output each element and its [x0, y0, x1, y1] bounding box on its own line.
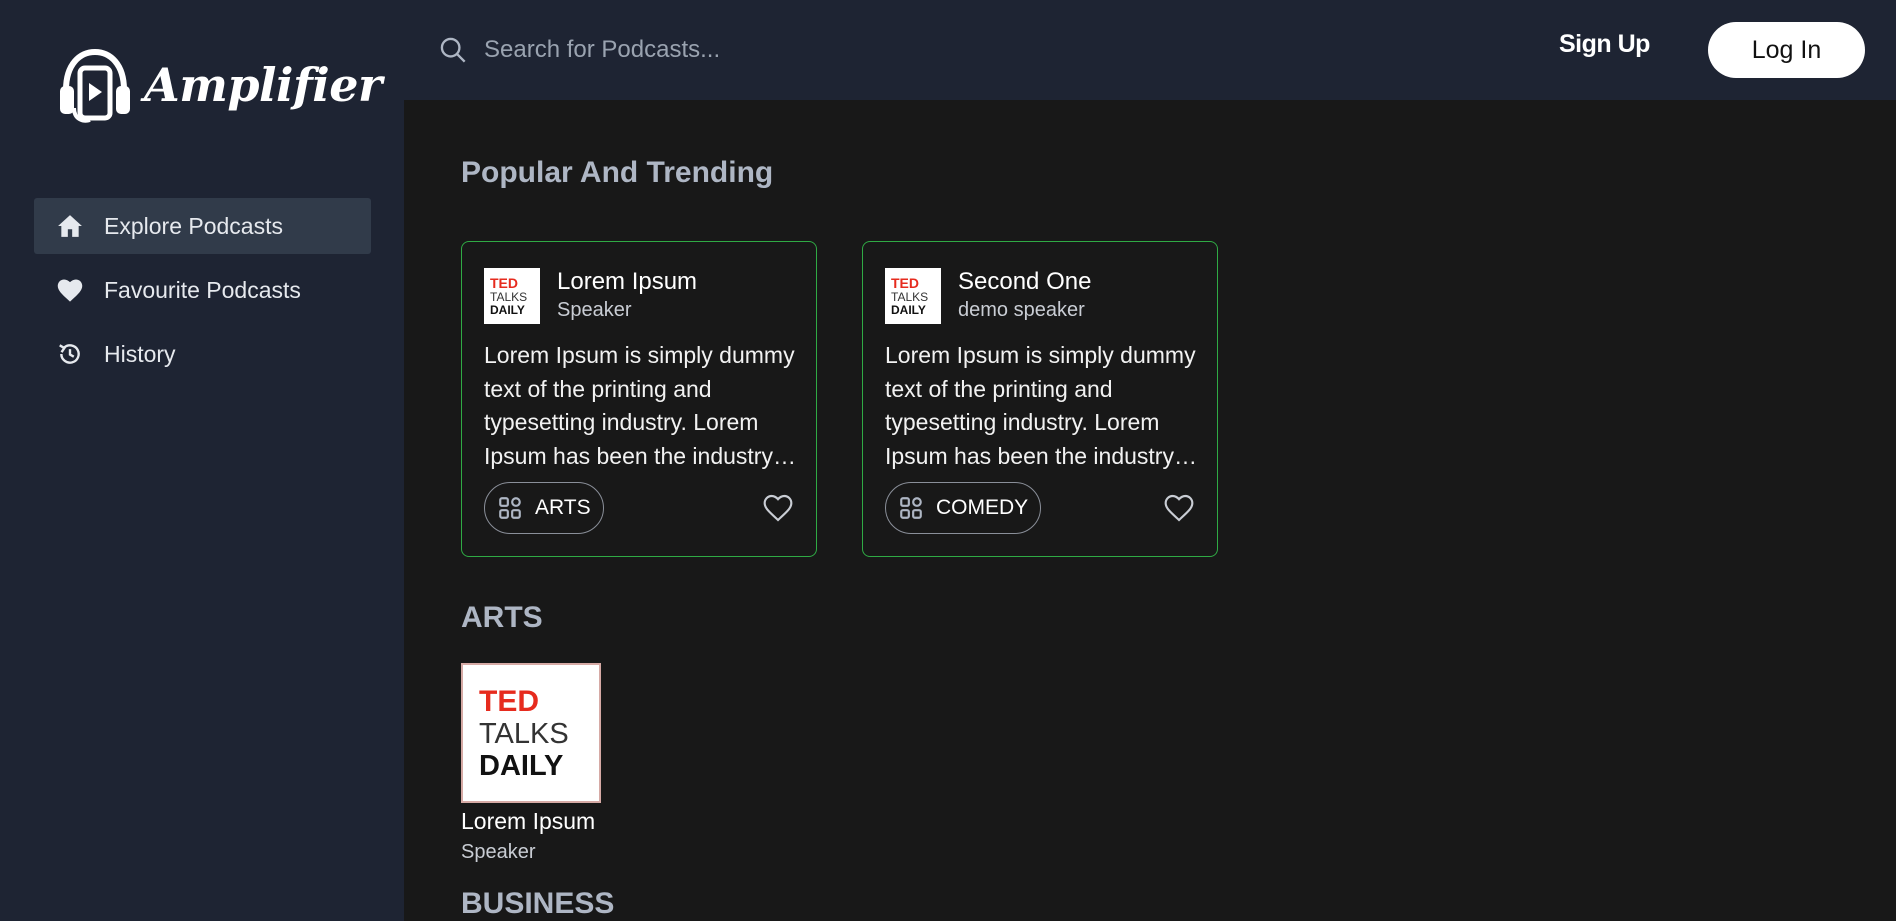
podcast-description: Lorem Ipsum is simply dummy text of the … — [484, 342, 795, 469]
sidebar: Amplifier Explore Podcasts Favourite Pod… — [0, 0, 404, 921]
section-title-arts: ARTS — [461, 601, 543, 634]
sign-up-button[interactable]: Sign Up — [1559, 30, 1650, 59]
podcast-description: Lorem Ipsum is simply dummy text of the … — [885, 342, 1196, 469]
brand-name: Amplifier — [144, 58, 382, 112]
category-icon — [900, 497, 922, 519]
section-title-popular: Popular And Trending — [461, 156, 774, 189]
category-label: COMEDY — [936, 496, 1029, 519]
sidebar-item-label: Explore Podcasts — [104, 212, 283, 239]
sidebar-item-label: History — [104, 340, 176, 367]
svg-text:TED: TED — [490, 275, 518, 291]
category-icon — [499, 497, 521, 519]
svg-text:DAILY: DAILY — [490, 303, 525, 317]
podcast-card[interactable]: TED TALKS DAILY Lorem Ipsum Speaker Lore… — [461, 241, 817, 557]
svg-text:TED: TED — [479, 685, 539, 718]
svg-text:TED: TED — [891, 275, 919, 291]
history-icon — [56, 340, 84, 368]
sidebar-nav: Explore Podcasts Favourite Podcasts Hist… — [34, 198, 371, 390]
sidebar-item-label: Favourite Podcasts — [104, 276, 301, 303]
svg-text:DAILY: DAILY — [479, 750, 563, 782]
podcast-title: Lorem Ipsum — [461, 808, 596, 834]
favourite-heart-icon[interactable] — [762, 493, 794, 523]
brand-logo[interactable]: Amplifier — [56, 46, 382, 124]
log-in-button[interactable]: Log In — [1708, 22, 1865, 78]
headphones-logo-icon — [60, 48, 130, 123]
favourite-heart-icon[interactable] — [1163, 493, 1195, 523]
sidebar-item-explore-podcasts[interactable]: Explore Podcasts — [34, 198, 371, 254]
svg-text:TALKS: TALKS — [479, 718, 569, 750]
section-title-business: BUSINESS — [461, 887, 615, 920]
podcast-speaker: demo speaker — [958, 299, 1085, 321]
podcast-speaker: Speaker — [557, 299, 632, 321]
podcast-title: Second One — [958, 268, 1092, 295]
sidebar-item-favourite-podcasts[interactable]: Favourite Podcasts — [34, 262, 371, 318]
sidebar-item-history[interactable]: History — [34, 326, 371, 382]
podcast-title: Lorem Ipsum — [557, 268, 698, 295]
podcast-speaker: Speaker — [461, 841, 536, 863]
heart-icon — [56, 276, 84, 304]
podcast-thumbnail: TED TALKS DAILY — [484, 268, 540, 324]
category-chip[interactable]: ARTS — [484, 482, 604, 534]
main-content: Popular And Trending TED TALKS DAILY Lor… — [404, 100, 1896, 921]
category-label: ARTS — [535, 496, 591, 519]
podcast-thumbnail: TED TALKS DAILY — [885, 268, 941, 324]
svg-text:DAILY: DAILY — [891, 303, 926, 317]
svg-text:TALKS: TALKS — [891, 290, 928, 304]
home-icon — [56, 212, 84, 240]
search-icon — [440, 37, 466, 63]
svg-text:TALKS: TALKS — [490, 290, 527, 304]
category-chip[interactable]: COMEDY — [885, 482, 1042, 534]
top-bar: Sign Up Log In — [404, 0, 1896, 100]
search-input[interactable] — [484, 28, 1004, 72]
podcast-card[interactable]: TED TALKS DAILY Second One demo speaker … — [862, 241, 1218, 557]
podcast-tile[interactable]: TED TALKS DAILY Lorem Ipsum Speaker — [461, 663, 601, 864]
podcast-cover: TED TALKS DAILY — [461, 663, 601, 803]
